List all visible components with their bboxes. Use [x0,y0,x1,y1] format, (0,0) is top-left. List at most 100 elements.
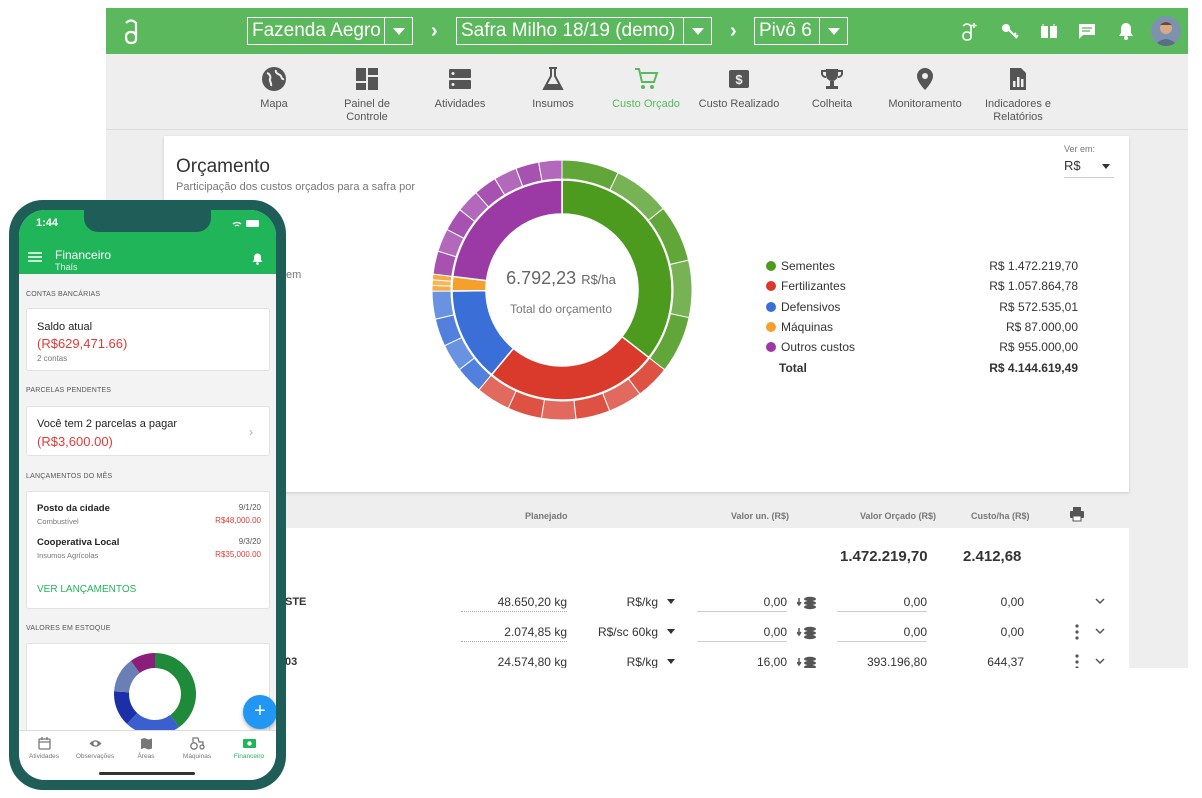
legend-value: R$ 1.057.864,78 [989,279,1078,294]
per-ha-value: 0,00 [1000,595,1024,609]
key-icon[interactable] [1000,21,1020,41]
activities-icon [449,69,471,89]
budget-subtitle-fragment: em [286,269,302,281]
col-valor-un: Valor un. (R$) [731,511,790,521]
view-in-label: Ver em: [1064,144,1096,154]
table-row: 03 24.574,80 kg R$/kg 16,00 393.196,80 6… [164,648,1129,668]
budget-value-field[interactable]: 393.196,80 [837,655,927,668]
pin-icon [917,68,933,90]
see-entries-link[interactable]: VER LANÇAMENTOS [37,584,136,595]
outer-segment[interactable] [432,290,455,320]
legend-dot [766,281,776,292]
slice-outros-custos[interactable] [451,179,563,282]
budget-value-field[interactable]: 0,00 [837,595,927,612]
qty-field[interactable]: 48.650,20 kg [461,595,567,612]
section-stock: VALORES EM ESTOQUE [26,625,111,632]
table-header: Planejado Valor un. (R$) Valor Orçado (R… [164,504,1129,528]
tab-observacoes[interactable]: Observações [70,737,120,760]
entry-item[interactable]: Posto da cidade 9/1/20 Combustível R$48,… [37,503,261,526]
legend-total: Total R$ 4.144.619,49 [766,357,1078,377]
nav-mapa[interactable]: Mapa [229,66,319,111]
chevron-down-icon[interactable] [1094,626,1106,636]
center-unit: R$/ha [581,272,616,287]
nav-atividades[interactable]: Atividades [415,66,505,111]
nav-colheita[interactable]: Colheita [787,66,877,111]
unit-select[interactable]: R$/sc 60kg [594,625,680,639]
legend-item[interactable]: Máquinas R$ 87.000,00 [766,317,1078,337]
chat-icon[interactable] [1077,21,1097,41]
tab-financeiro[interactable]: Financeiro [224,737,274,760]
budget-table: 1.472.219,70 2.412,68 STE 48.650,20 kg R… [164,528,1129,668]
pending-text: Você tem 2 parcelas a pagar [37,418,178,430]
legend-value: R$ 572.535,01 [999,299,1078,314]
legend-value: R$ 955.000,00 [999,340,1078,355]
legend-item[interactable]: Sementes R$ 1.472.219,70 [766,256,1078,276]
aegro-logo-icon[interactable] [118,17,144,45]
qty-field[interactable]: 2.074,85 kg [461,625,567,642]
nav-painel[interactable]: Painel de Controle [322,66,412,124]
tab-areas[interactable]: Áreas [121,737,171,760]
coins-icon[interactable] [797,626,817,640]
coins-icon[interactable] [797,596,817,610]
currency-select[interactable]: R$ [1064,158,1114,178]
budget-value-field[interactable]: 0,00 [837,625,927,642]
outer-segment[interactable] [538,159,563,182]
phone-user: Thaís [55,262,78,272]
tab-label: Atividades [29,753,59,760]
chevron-down-icon[interactable] [1094,596,1106,606]
chevron-down-icon[interactable] [1094,656,1106,666]
balance-card[interactable]: Saldo atual (R$629,471.66) 2 contas [26,308,270,371]
legend-item[interactable]: Fertilizantes R$ 1.057.864,78 [766,276,1078,296]
unit-value-field[interactable]: 16,00 [697,655,787,668]
add-fab-button[interactable]: + [243,695,276,729]
pending-card[interactable]: Você tem 2 parcelas a pagar (R$3,600.00)… [26,406,270,456]
bell-icon[interactable] [252,253,263,265]
legend-item[interactable]: Outros custos R$ 955.000,00 [766,337,1078,357]
farm-select[interactable]: Fazenda Aegro [247,17,413,45]
menu-icon[interactable] [28,252,42,262]
nav-monitoramento[interactable]: Monitoramento [880,66,970,111]
print-icon[interactable] [1069,506,1085,522]
aegro-plus-icon[interactable] [958,21,978,41]
qty-field[interactable]: 24.574,80 kg [461,655,567,668]
nav-custo-orcado[interactable]: Custo Orçado [601,66,691,111]
phone-title: Financeiro [55,248,112,262]
top-bar: Fazenda Aegro › Safra Milho 18/19 (demo)… [106,8,1188,54]
user-avatar[interactable] [1151,16,1181,46]
entry-value: R$48,000.00 [215,516,261,525]
stock-donut-chart [114,653,196,735]
unit-value-field[interactable]: 0,00 [697,595,787,612]
bell-icon[interactable] [1116,21,1136,41]
unit-value-field[interactable]: 0,00 [697,625,787,642]
pivot-select[interactable]: Pivô 6 [754,17,848,45]
nav-insumos[interactable]: Insumos [508,66,598,111]
pending-value: (R$3,600.00) [37,434,113,449]
calendar-icon [37,737,51,750]
unit-select[interactable]: R$/kg [594,655,680,668]
row-label: STE [285,596,307,608]
accounts-count: 2 contas [37,354,68,363]
outer-segment[interactable] [540,399,577,421]
unit-select[interactable]: R$/kg [594,595,680,609]
col-custo-ha: Custo/ha (R$) [971,511,1030,521]
season-select[interactable]: Safra Milho 18/19 (demo) [456,17,712,45]
nav-custo-realizado[interactable]: $ Custo Realizado [694,66,784,111]
nav-label: Indicadores e Relatórios [984,98,1052,123]
legend-item[interactable]: Defensivos R$ 572.535,01 [766,297,1078,317]
more-vert-icon[interactable] [1072,623,1082,641]
tab-maquinas[interactable]: Máquinas [172,737,222,760]
chevron-down-icon [384,18,412,44]
book-icon[interactable] [1039,21,1059,41]
nav-indicadores[interactable]: Indicadores e Relatórios [973,66,1063,124]
svg-text:$: $ [735,72,743,87]
table-row: 2.074,85 kg R$/sc 60kg 0,00 0,00 0,00 [164,618,1129,648]
coins-icon[interactable] [797,656,817,668]
entry-item[interactable]: Cooperativa Local 9/3/20 Insumos Agrícol… [37,537,261,560]
trophy-icon [821,69,843,89]
more-vert-icon[interactable] [1072,653,1082,668]
outer-segment[interactable] [669,259,692,319]
legend-dot [766,322,776,333]
entry-date: 9/3/20 [238,537,261,546]
tab-atividades[interactable]: Atividades [19,737,69,760]
nav-label: Insumos [532,98,574,110]
